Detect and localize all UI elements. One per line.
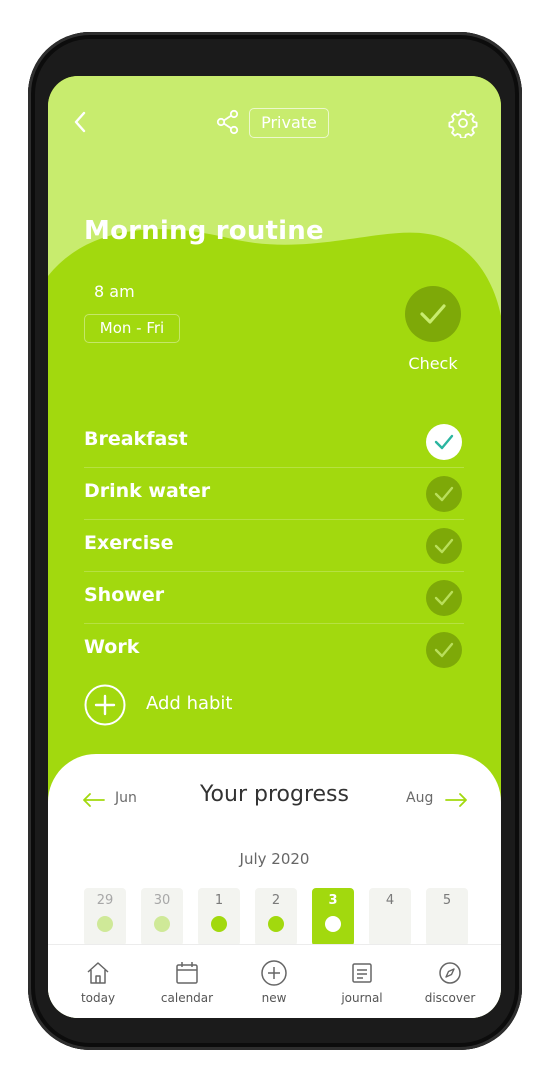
tab-discover[interactable]: discover xyxy=(408,945,492,1018)
checkmark-icon xyxy=(434,434,454,450)
calendar-icon xyxy=(176,962,198,984)
check-routine-label: Check xyxy=(408,354,458,373)
chevron-left-icon xyxy=(74,111,86,133)
tab-label: calendar xyxy=(160,991,214,1005)
gear-icon xyxy=(448,110,478,140)
tab-label: new xyxy=(261,991,287,1005)
back-button[interactable] xyxy=(66,108,94,136)
checkmark-icon xyxy=(434,590,454,606)
tab-today[interactable]: today xyxy=(56,945,140,1018)
habit-label: Shower xyxy=(84,584,165,606)
day-number: 2 xyxy=(271,893,281,908)
home-icon xyxy=(87,962,109,984)
routine-days-badge: Mon - Fri xyxy=(84,314,180,343)
days-row: 29 30 1 2 3 4 5 xyxy=(84,888,468,948)
habit-row-exercise[interactable]: Exercise xyxy=(84,520,464,572)
day-number: 1 xyxy=(214,893,224,908)
day-number: 4 xyxy=(385,893,395,908)
top-bar: Private xyxy=(48,76,501,168)
month-year-label: July 2020 xyxy=(239,850,310,868)
day-status-dot xyxy=(154,916,170,932)
arrow-right-icon xyxy=(445,793,467,807)
settings-button[interactable] xyxy=(448,108,478,140)
share-icon xyxy=(216,109,239,135)
add-habit-button[interactable]: Add habit xyxy=(84,684,284,726)
checkmark-icon xyxy=(420,304,446,324)
routine-time: 8 am xyxy=(94,282,135,301)
tab-calendar[interactable]: calendar xyxy=(145,945,229,1018)
day-status-dot xyxy=(268,916,284,932)
day-status-dot xyxy=(211,916,227,932)
tab-label: journal xyxy=(341,991,383,1005)
tab-label: discover xyxy=(424,991,476,1005)
plus-circle-icon xyxy=(84,684,126,726)
tab-label: today xyxy=(80,991,116,1005)
check-routine-button[interactable] xyxy=(405,286,461,342)
day-number: 29 xyxy=(96,893,114,908)
day-cell[interactable]: 30 xyxy=(141,888,183,946)
habit-row-work[interactable]: Work xyxy=(84,624,464,676)
day-number: 30 xyxy=(153,893,171,908)
next-month-label: Aug xyxy=(406,790,434,806)
checkmark-icon xyxy=(434,642,454,658)
habit-checkbox[interactable] xyxy=(426,528,462,564)
habit-row-shower[interactable]: Shower xyxy=(84,572,464,624)
journal-icon xyxy=(352,963,372,983)
checkmark-icon xyxy=(434,538,454,554)
habit-row-breakfast[interactable]: Breakfast xyxy=(84,416,464,468)
habit-label: Breakfast xyxy=(84,428,188,450)
day-number: 3 xyxy=(328,893,338,908)
share-button[interactable] xyxy=(214,108,242,136)
habit-list: Breakfast Drink water Exercise Shower Wo… xyxy=(84,416,464,676)
habit-label: Drink water xyxy=(84,480,211,502)
routine-title: Morning routine xyxy=(84,216,324,246)
day-cell[interactable]: 1 xyxy=(198,888,240,946)
privacy-badge[interactable]: Private xyxy=(249,108,329,138)
tab-journal[interactable]: journal xyxy=(320,945,404,1018)
tab-bar: today calendar new journal discover xyxy=(48,944,501,1018)
app-screen: Private Morning routine 8 am Mon - Fri C… xyxy=(48,76,501,1018)
checkmark-icon xyxy=(434,486,454,502)
day-status-dot xyxy=(97,916,113,932)
habit-label: Work xyxy=(84,636,140,658)
next-month-button[interactable]: Aug xyxy=(406,786,486,814)
day-cell[interactable]: 4 xyxy=(369,888,411,946)
day-status-dot xyxy=(325,916,341,932)
tab-new[interactable]: new xyxy=(232,945,316,1018)
compass-icon xyxy=(439,962,461,984)
day-cell-today[interactable]: 3 xyxy=(312,888,354,946)
habit-label: Exercise xyxy=(84,532,174,554)
habit-row-drink-water[interactable]: Drink water xyxy=(84,468,464,520)
day-number: 5 xyxy=(442,893,452,908)
day-cell[interactable]: 2 xyxy=(255,888,297,946)
habit-checkbox[interactable] xyxy=(426,632,462,668)
habit-checkbox[interactable] xyxy=(426,476,462,512)
day-cell[interactable]: 5 xyxy=(426,888,468,946)
day-cell[interactable]: 29 xyxy=(84,888,126,946)
habit-checkbox[interactable] xyxy=(426,424,462,460)
plus-circle-icon xyxy=(261,960,287,986)
habit-checkbox[interactable] xyxy=(426,580,462,616)
add-habit-label: Add habit xyxy=(146,693,233,714)
